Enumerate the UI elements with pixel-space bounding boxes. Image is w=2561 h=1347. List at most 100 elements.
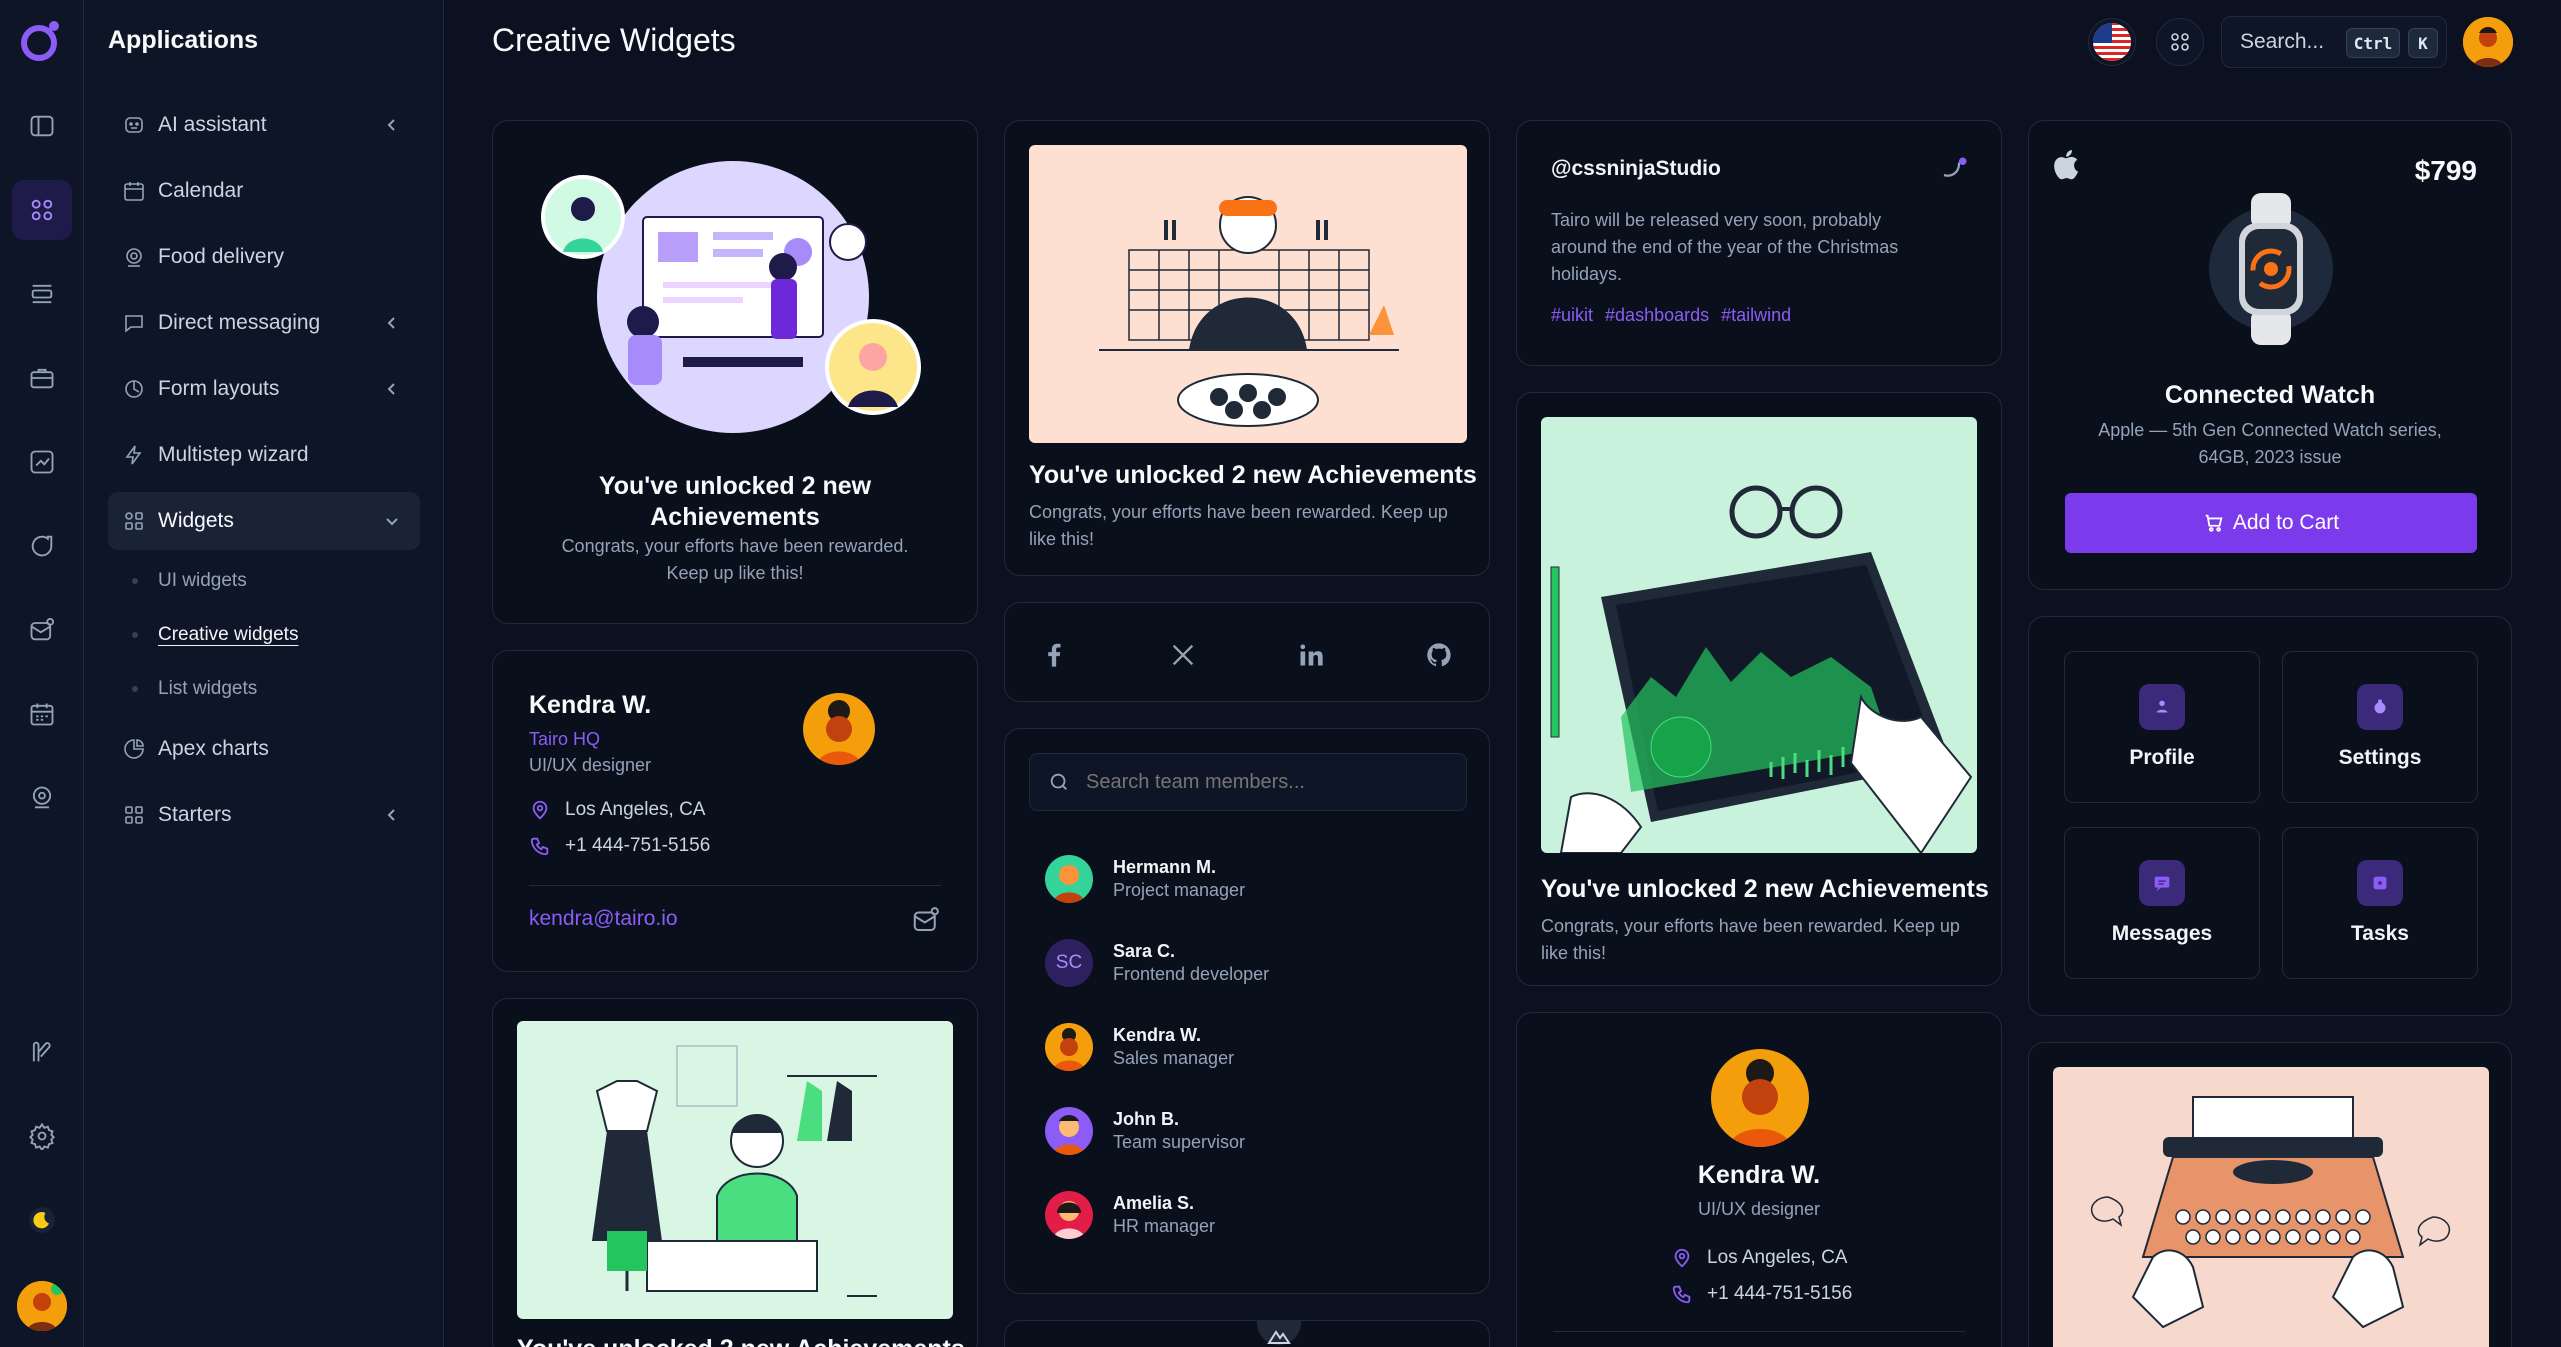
food-icon — [126, 248, 142, 267]
mail-icon[interactable] — [12, 600, 72, 660]
search-label: Search... — [2240, 30, 2325, 53]
task-icon — [2357, 860, 2403, 906]
subitem-label: List widgets — [158, 678, 258, 699]
mail-icon[interactable] — [911, 905, 941, 935]
achievement-text: Congrats, your efforts have been rewarde… — [1029, 502, 1448, 549]
sidebar-subitem-creative-widgets[interactable]: Creative widgets — [132, 624, 298, 646]
map-pin-icon[interactable] — [12, 768, 72, 828]
x-twitter-icon[interactable] — [1169, 641, 1197, 669]
chat-icon[interactable] — [12, 516, 72, 576]
tile-settings[interactable]: Settings — [2282, 651, 2478, 803]
sidebar-item-multistep-wizard[interactable]: Multistep wizard — [108, 426, 420, 484]
tweet-tags: #uikit #dashboards #tailwind — [1551, 305, 1803, 326]
team-members-card: Hermann M. Project manager SC Sara C. Fron… — [1004, 728, 1490, 1294]
member-name: Hermann M. — [1113, 857, 1217, 877]
facebook-icon[interactable] — [1041, 641, 1069, 669]
search-trigger[interactable]: Search... Ctrl K — [2221, 16, 2447, 68]
hashtag-link[interactable]: #tailwind — [1721, 305, 1791, 326]
sidebar-subitem-list-widgets[interactable]: List widgets — [132, 678, 257, 700]
sidebar-item-calendar[interactable]: Calendar — [108, 162, 420, 220]
sidebar-subitem-ui-widgets[interactable]: UI widgets — [132, 570, 247, 592]
achievement-card-dashboard: You've unlocked 2 new Achievements Congr… — [1516, 392, 2002, 986]
profile-avatar — [803, 693, 875, 765]
twitter-bird-icon — [1943, 157, 1967, 177]
sidebar-toggle-icon[interactable] — [12, 96, 72, 156]
tweet-text: Tairo will be released very soon, probab… — [1551, 210, 1899, 284]
apps-grid-button[interactable] — [2156, 18, 2204, 66]
briefcase-icon[interactable] — [12, 348, 72, 408]
sidebar-item-form-layouts[interactable]: Form layouts — [108, 360, 420, 418]
add-to-cart-button[interactable]: Add to Cart — [2065, 493, 2477, 553]
user-avatar[interactable] — [17, 1281, 67, 1331]
apps-grid-icon — [2171, 33, 2189, 51]
header-user-avatar[interactable] — [2463, 17, 2513, 67]
member-avatar — [1045, 855, 1093, 903]
profile-company[interactable]: Tairo HQ — [529, 729, 600, 750]
brush-icon[interactable] — [12, 1022, 72, 1082]
profile-email-link[interactable]: kendra@tairo.io — [529, 907, 678, 931]
sidebar-item-label: AI assistant — [158, 113, 267, 136]
achievement-title: You've unlocked 2 new Achievements — [1029, 461, 1477, 489]
profile-name: Kendra W. — [1697, 1161, 1821, 1189]
sidebar-item-ai-assistant[interactable]: AI assistant — [108, 96, 420, 154]
us-flag-icon — [2093, 23, 2131, 61]
icon-rail — [0, 0, 84, 1347]
apps-grid-icon[interactable] — [12, 180, 72, 240]
product-name: Connected Watch — [2164, 381, 2376, 409]
language-flag-button[interactable] — [2088, 18, 2136, 66]
sidebar-item-starters[interactable]: Starters — [108, 786, 420, 844]
map-pin-icon — [532, 800, 548, 820]
typewriter-illustration — [2053, 1067, 2489, 1347]
tweet-handle[interactable]: @cssninjaStudio — [1551, 157, 1721, 181]
team-member-row[interactable]: Kendra W. Sales manager — [1045, 1023, 1234, 1071]
sidebar-item-direct-messaging[interactable]: Direct messaging — [108, 294, 420, 352]
bullet — [132, 686, 138, 692]
user-icon — [2139, 684, 2185, 730]
product-card: $799 Connected Watch Apple — 5th Gen Con… — [2028, 120, 2512, 590]
sub-sidebar: Applications AI assistant Calendar Food … — [84, 0, 444, 1347]
achievement-illustration — [541, 161, 921, 433]
member-role: Sales manager — [1113, 1048, 1235, 1068]
member-role: Team supervisor — [1113, 1132, 1246, 1152]
phone-icon — [1672, 1285, 1691, 1304]
member-avatar-initials: SC — [1045, 939, 1093, 987]
linkedin-icon[interactable] — [1297, 641, 1325, 669]
sidebar-title: Applications — [108, 26, 259, 54]
team-search-input[interactable] — [1086, 770, 1446, 794]
team-member-row[interactable]: Amelia S. HR manager — [1045, 1191, 1215, 1239]
dark-mode-moon-icon[interactable] — [12, 1190, 72, 1250]
page-title: Creative Widgets — [492, 22, 736, 58]
sidebar-item-apex-charts[interactable]: Apex charts — [108, 720, 420, 778]
layout-icon[interactable] — [12, 264, 72, 324]
team-member-row[interactable]: Hermann M. Project manager — [1045, 855, 1245, 903]
app-logo-icon[interactable] — [17, 17, 65, 65]
team-member-row[interactable]: John B. Team supervisor — [1045, 1107, 1245, 1155]
tile-tasks[interactable]: Tasks — [2282, 827, 2478, 979]
bullet — [132, 632, 138, 638]
hashtag-link[interactable]: #dashboards — [1605, 305, 1709, 326]
team-member-row[interactable]: SC Sara C. Frontend developer — [1045, 939, 1269, 987]
calendar-icon — [124, 182, 144, 201]
sushi-chef-illustration — [1029, 145, 1467, 443]
calendar-icon[interactable] — [12, 684, 72, 744]
form-icon — [125, 380, 143, 398]
tile-messages[interactable]: Messages — [2064, 827, 2260, 979]
chevron-left-icon — [387, 119, 395, 131]
gear-icon[interactable] — [12, 1106, 72, 1166]
sidebar-item-label: Apex charts — [158, 737, 269, 760]
team-search-field[interactable] — [1029, 753, 1467, 811]
github-icon[interactable] — [1425, 641, 1453, 669]
partial-card — [1004, 1320, 1490, 1347]
hashtag-link[interactable]: #uikit — [1551, 305, 1593, 326]
achievement-text: Congrats, your efforts have been rewarde… — [561, 536, 909, 583]
tile-label: Settings — [2338, 746, 2422, 769]
achievement-card: You've unlocked 2 new Achievements Congr… — [492, 120, 978, 624]
chart-icon[interactable] — [12, 432, 72, 492]
achievement-title: You've unlocked 2 new Achievements — [517, 1335, 965, 1347]
profile-role: UI/UX designer — [1697, 1199, 1821, 1219]
tile-profile[interactable]: Profile — [2064, 651, 2260, 803]
sidebar-item-widgets[interactable]: Widgets — [108, 492, 420, 550]
sidebar-item-food-delivery[interactable]: Food delivery — [108, 228, 420, 286]
social-links-card — [1004, 602, 1490, 702]
lightning-icon — [125, 445, 142, 465]
